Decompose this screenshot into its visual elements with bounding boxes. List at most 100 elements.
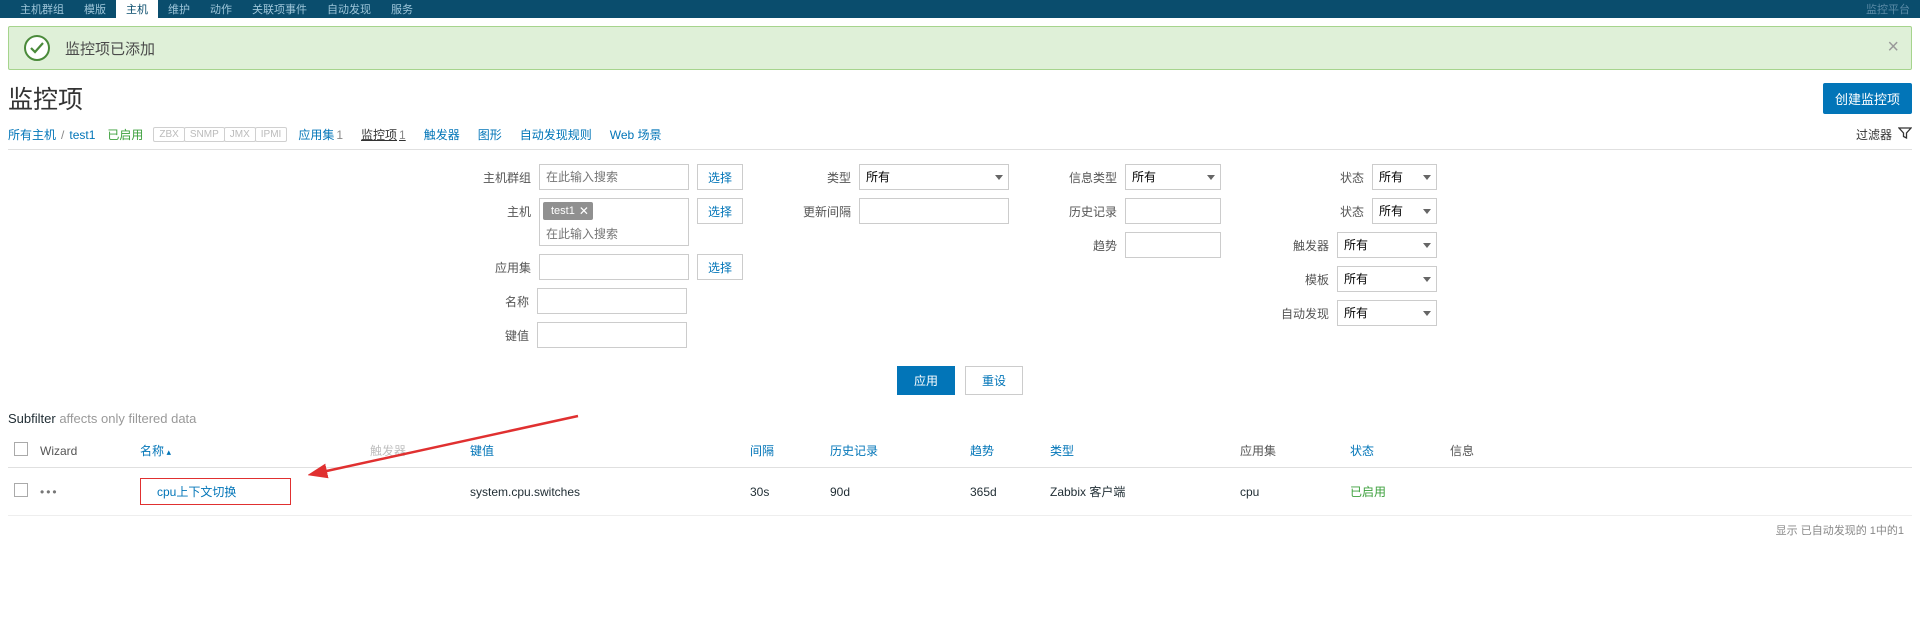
footer-count: 显示 已自动发现的 1中的1	[8, 516, 1912, 544]
proto-jmx: JMX	[224, 127, 256, 142]
col-status[interactable]: 状态	[1344, 434, 1444, 468]
filter-reset-button[interactable]: 重设	[965, 366, 1023, 395]
cell-status[interactable]: 已启用	[1350, 485, 1386, 499]
tab-discovery-rules[interactable]: 自动发现规则	[520, 126, 592, 143]
cell-trend: 365d	[964, 468, 1044, 516]
proto-snmp: SNMP	[184, 127, 225, 142]
filter-type-select[interactable]: 所有	[859, 164, 1009, 190]
breadcrumb-host[interactable]: test1	[69, 128, 95, 142]
filter-name-label: 名称	[505, 288, 529, 310]
filter-appset-select-button[interactable]: 选择	[697, 254, 743, 280]
col-type[interactable]: 类型	[1044, 434, 1234, 468]
col-interval[interactable]: 间隔	[744, 434, 824, 468]
filter-interval-label: 更新间隔	[803, 198, 851, 220]
col-appset[interactable]: 应用集	[1234, 434, 1344, 468]
filter-infotype-select[interactable]: 所有	[1125, 164, 1221, 190]
filter-key-label: 键值	[505, 322, 529, 344]
filter-hostgroup-label: 主机群组	[483, 164, 531, 186]
filter-panel: 主机群组 选择 主机 test1✕ 选择 应用集 选择	[8, 150, 1912, 405]
filter-toggle[interactable]: 过滤器	[1856, 126, 1912, 143]
check-circle-icon	[24, 35, 50, 61]
success-alert: 监控项已添加 ×	[8, 26, 1912, 70]
filter-icon	[1898, 126, 1912, 143]
item-name-link[interactable]: cpu上下文切换	[157, 485, 236, 499]
breadcrumb-sep: /	[61, 128, 64, 142]
col-wizard[interactable]: Wizard	[34, 434, 134, 468]
tab-applications[interactable]: 应用集1	[298, 126, 343, 143]
filter-trend-input[interactable]	[1125, 232, 1221, 258]
filter-trigger-select[interactable]: 所有	[1337, 232, 1437, 258]
col-key[interactable]: 键值	[464, 434, 744, 468]
filter-type-label: 类型	[827, 164, 851, 186]
row-checkbox[interactable]	[14, 483, 28, 497]
filter-state1-label: 状态	[1340, 164, 1364, 186]
filter-trigger-label: 触发器	[1293, 232, 1329, 254]
col-history[interactable]: 历史记录	[824, 434, 964, 468]
filter-state2-select[interactable]: 所有	[1372, 198, 1437, 224]
col-name[interactable]: 名称	[134, 434, 364, 468]
proto-zbx: ZBX	[153, 127, 184, 142]
nav-discovery[interactable]: 自动发现	[317, 0, 381, 20]
filter-hostgroup-select-button[interactable]: 选择	[697, 164, 743, 190]
filter-appset-input[interactable]	[539, 254, 689, 280]
cell-type: Zabbix 客户端	[1044, 468, 1234, 516]
col-trend[interactable]: 趋势	[964, 434, 1044, 468]
tab-web-scenarios[interactable]: Web 场景	[610, 126, 662, 143]
filter-trend-label: 趋势	[1093, 232, 1117, 254]
filter-name-input[interactable]	[537, 288, 687, 314]
nav-hosts[interactable]: 主机	[116, 0, 158, 20]
subfilter-row: Subfilter affects only filtered data	[8, 405, 1912, 434]
col-info[interactable]: 信息	[1444, 434, 1912, 468]
host-enabled-label: 已启用	[107, 126, 143, 143]
filter-interval-input[interactable]	[859, 198, 1009, 224]
tab-triggers[interactable]: 触发器	[424, 126, 460, 143]
nav-hostgroups[interactable]: 主机群组	[10, 0, 74, 20]
config-tabs-row: 所有主机 / test1 已启用 ZBX SNMP JMX IPMI 应用集1 …	[8, 126, 1912, 150]
filter-state1-select[interactable]: 所有	[1372, 164, 1437, 190]
page-title: 监控项	[8, 80, 83, 116]
top-nav: 主机群组 模版 主机 维护 动作 关联项事件 自动发现 服务 监控平台	[0, 0, 1920, 18]
filter-state2-label: 状态	[1340, 198, 1364, 220]
filter-history-input[interactable]	[1125, 198, 1221, 224]
cell-interval: 30s	[744, 468, 824, 516]
breadcrumb-all-hosts[interactable]: 所有主机	[8, 126, 56, 143]
filter-infotype-label: 信息类型	[1069, 164, 1117, 186]
select-all-checkbox[interactable]	[14, 442, 28, 456]
breadcrumb: 所有主机 / test1	[8, 126, 95, 143]
filter-host-input-wrap[interactable]: test1✕	[539, 198, 689, 246]
filter-host-chip[interactable]: test1✕	[543, 202, 593, 220]
filter-autodisc-select[interactable]: 所有	[1337, 300, 1437, 326]
cell-appset: cpu	[1234, 468, 1344, 516]
cell-history: 90d	[824, 468, 964, 516]
protocol-tags: ZBX SNMP JMX IPMI	[153, 127, 286, 142]
subfilter-label: Subfilter	[8, 411, 56, 426]
filter-host-select-button[interactable]: 选择	[697, 198, 743, 224]
filter-template-label: 模板	[1305, 266, 1329, 288]
alert-text: 监控项已添加	[65, 38, 155, 59]
nav-maintenance[interactable]: 维护	[158, 0, 200, 20]
tab-items[interactable]: 监控项1	[361, 126, 406, 143]
filter-key-input[interactable]	[537, 322, 687, 348]
create-item-button[interactable]: 创建监控项	[1823, 83, 1912, 114]
alert-close-icon[interactable]: ×	[1887, 37, 1899, 57]
tab-graphs[interactable]: 图形	[478, 126, 502, 143]
filter-apply-button[interactable]: 应用	[897, 366, 955, 395]
nav-templates[interactable]: 模版	[74, 0, 116, 20]
filter-template-select[interactable]: 所有	[1337, 266, 1437, 292]
nav-services[interactable]: 服务	[381, 0, 423, 20]
nav-right-label: 监控平台	[1866, 1, 1910, 17]
subfilter-hint: affects only filtered data	[59, 411, 196, 426]
col-trigger[interactable]: 触发器	[364, 434, 464, 468]
cell-key: system.cpu.switches	[464, 468, 744, 516]
proto-ipmi: IPMI	[255, 127, 288, 142]
filter-host-input[interactable]	[540, 223, 688, 245]
wizard-menu-icon[interactable]: •••	[40, 485, 59, 499]
items-table: Wizard 名称 触发器 键值 间隔 历史记录 趋势 类型 应用集 状态 信息…	[8, 434, 1912, 516]
chip-remove-icon[interactable]: ✕	[579, 204, 589, 218]
nav-actions[interactable]: 动作	[200, 0, 242, 20]
filter-autodisc-label: 自动发现	[1281, 300, 1329, 322]
filter-history-label: 历史记录	[1069, 198, 1117, 220]
filter-appset-label: 应用集	[495, 254, 531, 276]
filter-hostgroup-input[interactable]	[539, 164, 689, 190]
nav-correlation[interactable]: 关联项事件	[242, 0, 317, 20]
